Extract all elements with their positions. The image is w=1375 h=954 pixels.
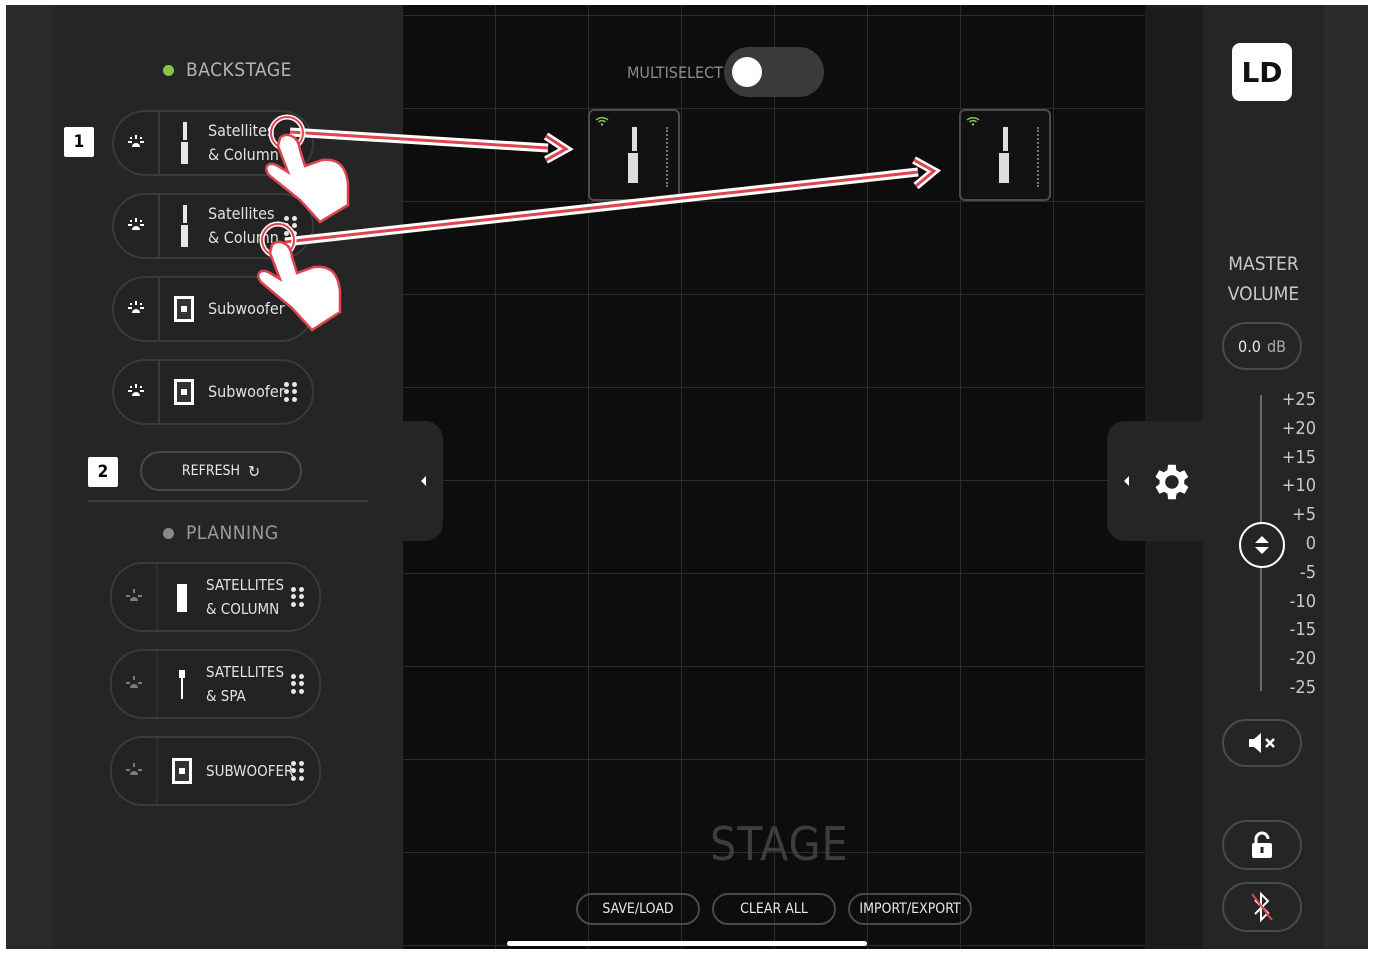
column-speaker-icon (170, 122, 198, 164)
step-badge-2: 2 (88, 457, 118, 487)
item-label: SUBWOOFER (206, 762, 294, 780)
divider (88, 500, 368, 502)
master-volume-label: MASTER VOLUME (1227, 253, 1300, 305)
volume-scale-tick: -15 (1289, 619, 1316, 641)
column-speaker-icon (628, 127, 638, 183)
backstage-title: BACKSTAGE (186, 59, 292, 81)
column-speaker-icon (170, 205, 198, 247)
planning-title: PLANNING (186, 522, 279, 544)
volume-scale-tick: -5 (1299, 561, 1316, 583)
volume-scale-tick: +25 (1281, 389, 1316, 410)
column-speaker-icon (168, 582, 196, 612)
backstage-item[interactable]: Satellites & Column (112, 110, 314, 176)
speaker-mute-icon (1249, 733, 1275, 753)
stage-title: STAGE (710, 817, 849, 871)
volume-scale-tick: -20 (1289, 648, 1316, 670)
level-meter (666, 127, 668, 187)
volume-scale-tick: +20 (1281, 417, 1316, 439)
backstage-status-dot (163, 64, 174, 76)
backstage-item[interactable]: Satellites & Column (112, 193, 314, 259)
toggle-knob (732, 57, 762, 87)
planning-header: PLANNING (163, 522, 279, 544)
settings-handle[interactable] (1107, 421, 1203, 541)
backstage-header: BACKSTAGE (163, 59, 292, 81)
planning-item[interactable]: SATELLITES & COLUMN (110, 562, 321, 632)
backstage-item[interactable]: Subwoofer (112, 359, 314, 425)
bluetooth-off-icon (1251, 891, 1273, 923)
wifi-icon (966, 116, 980, 126)
sidebar-collapse-handle[interactable] (403, 421, 443, 541)
import-export-button[interactable]: IMPORT/EXPORT (848, 893, 972, 925)
app-window: BACKSTAGE 1 Satellites & Column Satellite… (6, 5, 1368, 949)
planning-item[interactable]: SUBWOOFER (110, 736, 321, 806)
item-label: Satellites & Column (208, 204, 279, 247)
drag-handle-icon[interactable] (291, 587, 305, 607)
home-indicator (507, 941, 867, 946)
volume-scale-tick: +15 (1281, 446, 1316, 468)
volume-scale-tick: +5 (1292, 504, 1316, 526)
drag-handle-icon[interactable] (291, 674, 305, 694)
unlock-icon (1252, 831, 1272, 858)
bluetooth-button[interactable] (1222, 882, 1302, 932)
chevron-left-icon (421, 476, 426, 486)
identify-icon[interactable] (114, 195, 160, 257)
planning-item[interactable]: SATELLITES & SPA (110, 649, 321, 719)
item-label: Subwoofer (208, 299, 285, 318)
subwoofer-icon (168, 757, 196, 785)
item-label: SATELLITES & COLUMN (206, 576, 285, 618)
refresh-button[interactable]: REFRESH ↻ (140, 451, 302, 491)
lock-button[interactable] (1222, 820, 1302, 870)
backstage-item[interactable]: Subwoofer (112, 276, 314, 342)
identify-icon (112, 564, 158, 630)
refresh-icon: ↻ (248, 461, 261, 481)
multiselect-label: MULTISELECT (627, 63, 723, 82)
drag-handle-icon[interactable] (291, 761, 305, 781)
item-label: SATELLITES & SPA (206, 663, 285, 705)
identify-icon[interactable] (114, 112, 160, 174)
volume-scale-tick: +10 (1281, 475, 1316, 497)
wifi-icon (595, 116, 609, 126)
volume-scale-tick: -10 (1289, 590, 1316, 612)
subwoofer-icon (170, 295, 198, 323)
identify-icon (112, 651, 158, 717)
up-down-arrows-icon (1255, 536, 1269, 554)
item-label: Satellites & Column (208, 121, 279, 164)
right-edge (1324, 5, 1368, 949)
refresh-label: REFRESH (181, 463, 241, 479)
column-speaker-icon (999, 127, 1009, 183)
placed-device[interactable] (959, 109, 1051, 201)
level-meter (1037, 127, 1039, 187)
volume-readout[interactable]: 0.0 dB (1222, 322, 1302, 370)
drag-handle-icon[interactable] (284, 216, 298, 236)
planning-status-dot (163, 527, 174, 539)
identify-icon[interactable] (114, 361, 160, 423)
mute-button[interactable] (1222, 719, 1302, 767)
multiselect-toggle[interactable] (724, 47, 824, 97)
step-badge-1: 1 (64, 127, 94, 157)
identify-icon (112, 738, 158, 804)
ld-logo: LD (1232, 43, 1292, 101)
item-label: Subwoofer (208, 382, 285, 401)
chevron-left-icon (1124, 476, 1129, 486)
placed-device[interactable] (588, 109, 680, 201)
gear-icon[interactable] (1147, 459, 1193, 505)
satellite-stand-icon (168, 669, 196, 699)
save-load-button[interactable]: SAVE/LOAD (576, 893, 700, 925)
volume-value: 0.0 (1238, 336, 1261, 356)
drag-handle-icon[interactable] (284, 382, 298, 402)
left-edge (6, 5, 54, 949)
identify-icon[interactable] (114, 278, 160, 340)
subwoofer-icon (170, 378, 198, 406)
volume-scale-tick: 0 (1305, 533, 1316, 554)
volume-scale-tick: -25 (1289, 677, 1316, 698)
clear-all-button[interactable]: CLEAR ALL (712, 893, 836, 925)
volume-unit: dB (1266, 336, 1286, 356)
